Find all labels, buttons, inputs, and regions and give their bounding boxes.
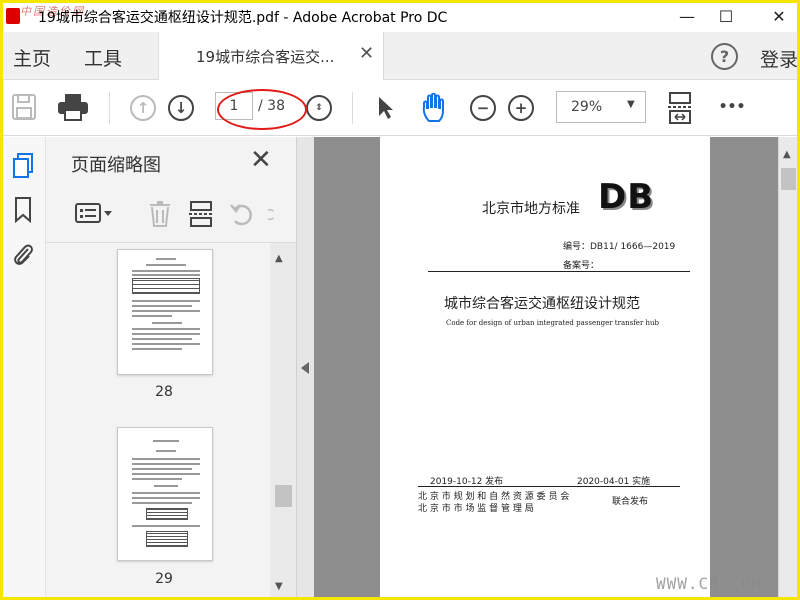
zoom-dropdown[interactable]: 29% ▼: [556, 91, 646, 123]
thumbnail-panel: 页面缩略图 ✕ 28 29 ▲ ▼: [46, 137, 296, 600]
rotate-left-icon[interactable]: [228, 200, 256, 228]
login-link[interactable]: 登录: [760, 45, 798, 72]
tab-document[interactable]: 19城市综合客运交... ✕: [158, 32, 384, 80]
help-icon[interactable]: ?: [711, 43, 738, 70]
tab-home[interactable]: 主页: [13, 44, 51, 71]
rotate-right-icon[interactable]: [268, 200, 282, 228]
toolbar: ↑ ↓ ⇕ − + •••: [0, 80, 800, 136]
hand-tool-icon[interactable]: [419, 92, 451, 124]
annotation-circle: [217, 89, 307, 130]
attachment-icon[interactable]: [11, 241, 35, 267]
tab-bar: 主页 工具 19城市综合客运交... ✕: [0, 32, 800, 80]
tab-close-icon[interactable]: ✕: [359, 43, 374, 64]
tab-document-label: 19城市综合客运交...: [196, 48, 335, 66]
pdf-page: 北京市地方标准 DB 编号：DB11/ 1666—2019 备案号： 城市综合客…: [380, 137, 710, 600]
thumbnail-page-number: 28: [155, 384, 173, 400]
issuer-text: 北京市地方标准: [482, 201, 580, 217]
scroll-up-icon[interactable]: ▲: [783, 149, 791, 160]
previous-page-button[interactable]: ↑: [130, 95, 156, 121]
more-tools-button[interactable]: •••: [717, 94, 747, 120]
document-title-en: Code for design of urban integrated pass…: [446, 319, 660, 327]
document-scrollbar[interactable]: ▲: [778, 137, 797, 600]
scroll-up-icon[interactable]: ▲: [275, 253, 283, 264]
thumbnail-page-29[interactable]: [117, 427, 213, 561]
close-window-button[interactable]: ✕: [756, 0, 800, 32]
zoom-in-button[interactable]: +: [508, 95, 534, 121]
delete-page-icon[interactable]: [146, 200, 174, 228]
thumbnail-page-28[interactable]: [117, 249, 213, 375]
select-tool-icon[interactable]: [374, 93, 398, 123]
zoom-value: 29%: [571, 99, 603, 115]
tab-tools[interactable]: 工具: [84, 44, 122, 71]
next-page-button[interactable]: ↓: [168, 95, 194, 121]
window-title: 19城市综合客运交通枢纽设计规范.pdf - Adobe Acrobat Pro…: [38, 10, 448, 26]
fit-page-icon[interactable]: [666, 92, 694, 124]
page-spinner-button[interactable]: ⇕: [306, 95, 332, 121]
record-number: 备案号：: [563, 261, 600, 271]
acrobat-logo-icon: [6, 8, 20, 24]
plus-icon: +: [508, 95, 534, 121]
panel-title: 页面缩略图: [71, 155, 161, 176]
thumbnail-options-icon[interactable]: [74, 200, 114, 226]
bookmark-icon[interactable]: [11, 197, 35, 223]
thumbnail-scroll-thumb[interactable]: [275, 485, 292, 507]
collapse-left-icon[interactable]: [301, 362, 309, 374]
header-divider: [428, 271, 690, 272]
print-icon[interactable]: [56, 92, 90, 122]
standard-code: 编号：DB11/ 1666—2019: [563, 242, 676, 252]
document-title-cn: 城市综合客运交通枢纽设计规范: [444, 296, 640, 312]
extract-page-icon[interactable]: [187, 200, 215, 228]
footer-divider: [418, 486, 680, 487]
maximize-button[interactable]: ☐: [703, 0, 749, 32]
document-view[interactable]: 北京市地方标准 DB 编号：DB11/ 1666—2019 备案号： 城市综合客…: [314, 137, 778, 600]
db-logo: DB: [598, 177, 655, 217]
left-tool-column: [0, 137, 46, 600]
arrow-up-icon: ↑: [130, 95, 156, 121]
panel-collapse-strip[interactable]: [296, 137, 314, 600]
scroll-down-icon[interactable]: ▼: [275, 581, 283, 592]
joint-release: 联合发布: [612, 497, 649, 507]
thumbnail-toolbar: [46, 187, 296, 243]
toolbar-separator: [352, 92, 353, 124]
thumbnail-scrollbar[interactable]: [270, 243, 296, 600]
chevron-down-icon: ▼: [627, 99, 635, 110]
authority-2: 北 京 市 市 场 监 督 管 理 局: [418, 504, 534, 514]
watermark-bottom: WWW.CR.COM: [656, 574, 763, 593]
zoom-out-button[interactable]: −: [470, 95, 496, 121]
page-thumbnails-icon[interactable]: [11, 153, 35, 179]
thumbnail-page-number: 29: [155, 571, 173, 587]
up-down-icon: ⇕: [306, 95, 332, 121]
save-icon[interactable]: [10, 92, 38, 122]
arrow-down-icon: ↓: [168, 95, 194, 121]
minus-icon: −: [470, 95, 496, 121]
panel-close-icon[interactable]: ✕: [250, 145, 272, 175]
toolbar-separator: [109, 92, 110, 124]
document-scroll-thumb[interactable]: [781, 168, 796, 190]
title-bar: 中国造价网 19城市综合客运交通枢纽设计规范.pdf - Adobe Acrob…: [0, 0, 800, 32]
